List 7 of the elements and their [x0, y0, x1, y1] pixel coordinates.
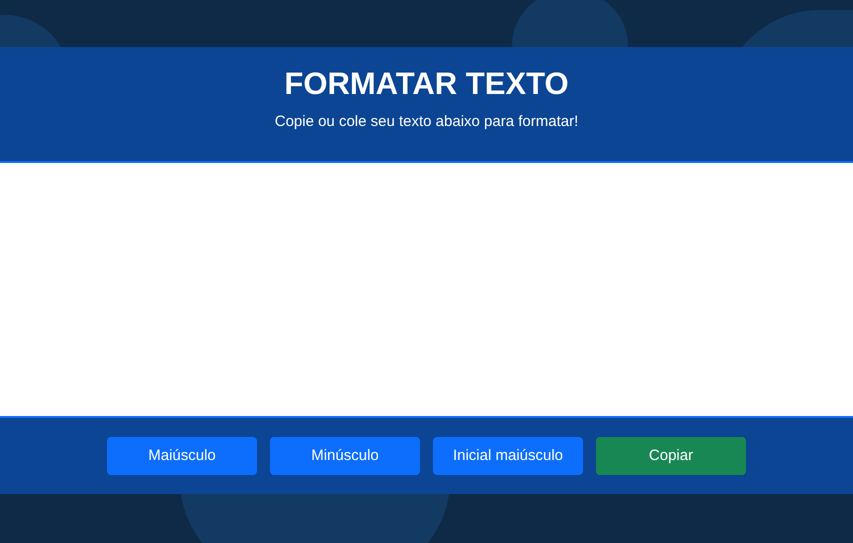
text-input-field[interactable] [0, 163, 853, 416]
page-subtitle: Copie ou cole seu texto abaixo para formatar! [274, 112, 578, 132]
page-title: FORMATAR TEXTO [284, 65, 569, 103]
format-button[interactable]: Inicial maiúsculo [433, 437, 583, 475]
format-button[interactable]: Copiar [596, 437, 746, 475]
format-button[interactable]: Maiúsculo [107, 437, 257, 475]
format-button[interactable]: Minúsculo [270, 437, 420, 475]
